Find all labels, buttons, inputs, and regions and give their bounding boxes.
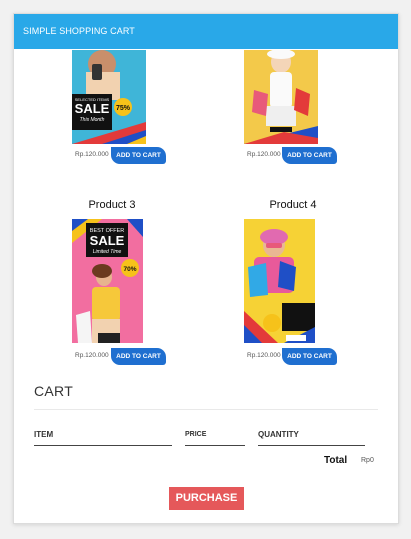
product-1-image: SELECTED ITEMS SALE This Month 75% bbox=[72, 50, 146, 144]
product-4-image bbox=[244, 219, 315, 343]
product-4-add-to-cart-button[interactable]: ADD TO CART bbox=[282, 348, 337, 365]
discount-badge: 75% bbox=[116, 105, 131, 112]
purchase-button[interactable]: PURCHASE bbox=[169, 487, 244, 510]
price-column-header: PRICE bbox=[185, 431, 207, 438]
product-2-image bbox=[244, 50, 318, 144]
product-3-image: BEST OFFER SALE Limited Time 70% bbox=[72, 219, 143, 343]
shopping-cart-panel: SIMPLE SHOPPING CART SELECTED ITEMS SALE… bbox=[13, 13, 399, 524]
promo-sub-text: Limited Time bbox=[93, 249, 122, 255]
price-column-underline bbox=[185, 445, 245, 446]
item-column-header: ITEM bbox=[34, 430, 54, 439]
app-title: SIMPLE SHOPPING CART bbox=[23, 26, 135, 36]
product-1-add-to-cart-button[interactable]: ADD TO CART bbox=[111, 147, 166, 164]
total-label: Total bbox=[324, 455, 348, 466]
product-1-price: Rp.120.000 bbox=[75, 151, 109, 158]
quantity-column-header: QUANTITY bbox=[258, 430, 299, 439]
discount-badge: 70% bbox=[123, 266, 136, 273]
product-2-price: Rp.120.000 bbox=[247, 151, 281, 158]
promo-main-text: SALE bbox=[90, 233, 125, 248]
cart-title: CART bbox=[34, 383, 74, 399]
product-3-title: Product 3 bbox=[88, 199, 136, 211]
product-2-add-to-cart-button[interactable]: ADD TO CART bbox=[282, 147, 337, 164]
promo-main-text: SALE bbox=[75, 101, 110, 116]
product-4-title: Product 4 bbox=[269, 199, 317, 211]
product-4-price: Rp.120.000 bbox=[247, 352, 281, 359]
app-header: SIMPLE SHOPPING CART bbox=[14, 14, 398, 49]
product-3-add-to-cart-button[interactable]: ADD TO CART bbox=[111, 348, 166, 365]
promo-sub-text: This Month bbox=[80, 117, 105, 123]
cart-divider bbox=[34, 409, 378, 410]
item-column-underline bbox=[34, 445, 172, 446]
quantity-column-underline bbox=[258, 445, 365, 446]
total-value: Rp0 bbox=[361, 457, 374, 464]
product-3-price: Rp.120.000 bbox=[75, 352, 109, 359]
